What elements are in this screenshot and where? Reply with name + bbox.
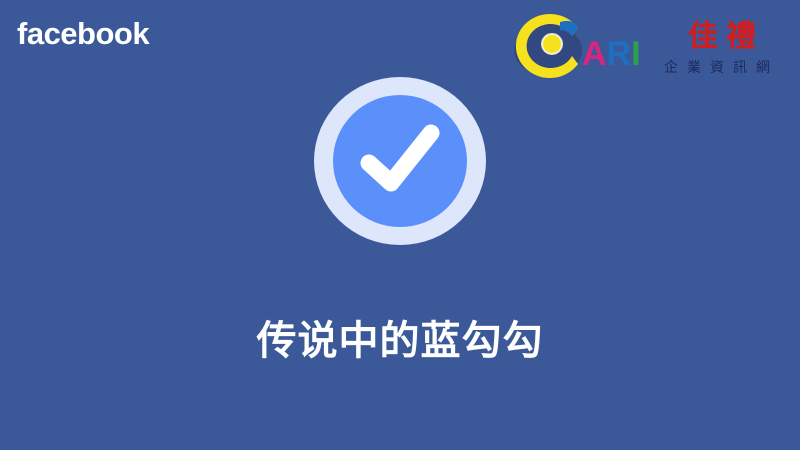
caption-title: 传说中的蓝勾勾	[256, 318, 544, 364]
cari-letter-a: A	[582, 35, 607, 73]
facebook-logo: facebook	[17, 16, 150, 51]
cari-letter-i: I	[631, 35, 640, 73]
verified-checkmark-icon	[314, 77, 486, 245]
cari-chinese-subtitle: 企業資訊網	[664, 59, 779, 76]
cari-c-emblem-icon	[514, 14, 582, 78]
cari-wordmark-text: ARI	[582, 35, 641, 73]
cari-logo: ARI 佳禮 企業資訊網	[514, 14, 779, 78]
cari-letter-r: R	[607, 35, 632, 73]
cari-chinese-title: 佳禮	[688, 19, 764, 54]
cari-wordmark: ARI	[582, 35, 641, 73]
